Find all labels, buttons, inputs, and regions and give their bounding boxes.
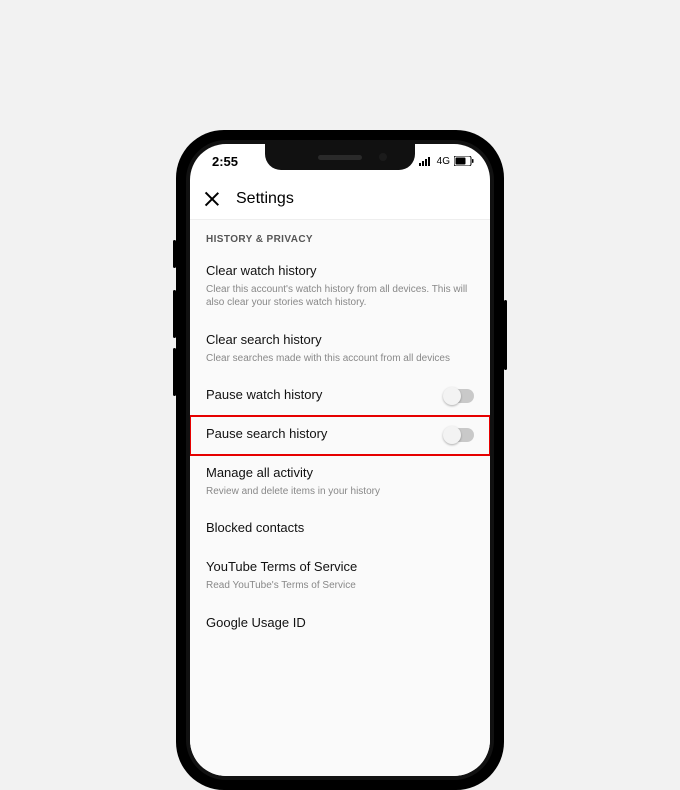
status-right: 4G <box>419 156 474 167</box>
phone-side-button <box>504 300 507 370</box>
phone-side-button <box>173 290 176 338</box>
toggle-pause-watch[interactable] <box>444 389 474 403</box>
row-clear-watch-history[interactable]: Clear watch history Clear this account's… <box>190 253 490 322</box>
phone-frame: 2:55 4G Settings HISTORY & PRIVACY <box>176 130 504 790</box>
page-title: Settings <box>236 190 294 208</box>
row-subtitle: Clear searches made with this account fr… <box>206 352 474 366</box>
phone-screen: 2:55 4G Settings HISTORY & PRIVACY <box>190 144 490 776</box>
row-terms-of-service[interactable]: YouTube Terms of Service Read YouTube's … <box>190 549 490 604</box>
row-title: Pause watch history <box>206 387 434 404</box>
nav-bar: Settings <box>190 178 490 220</box>
row-title: Google Usage ID <box>206 615 474 632</box>
row-manage-activity[interactable]: Manage all activity Review and delete it… <box>190 455 490 510</box>
row-subtitle: Read YouTube's Terms of Service <box>206 579 474 593</box>
row-title: YouTube Terms of Service <box>206 559 474 576</box>
speaker-grille <box>318 155 362 160</box>
signal-icon <box>419 156 433 166</box>
row-subtitle: Review and delete items in your history <box>206 485 474 499</box>
row-blocked-contacts[interactable]: Blocked contacts <box>190 510 490 549</box>
settings-content: HISTORY & PRIVACY Clear watch history Cl… <box>190 220 490 776</box>
battery-icon <box>454 156 474 166</box>
section-header: HISTORY & PRIVACY <box>190 220 490 253</box>
row-title: Clear watch history <box>206 263 474 280</box>
row-google-usage-id[interactable]: Google Usage ID <box>190 605 490 644</box>
phone-bezel: 2:55 4G Settings HISTORY & PRIVACY <box>186 140 494 780</box>
row-pause-watch-history[interactable]: Pause watch history <box>190 377 490 416</box>
row-title: Pause search history <box>206 426 434 443</box>
front-camera <box>379 153 387 161</box>
phone-side-button <box>173 348 176 396</box>
status-time: 2:55 <box>212 154 238 169</box>
toggle-pause-search[interactable] <box>444 428 474 442</box>
row-pause-search-history[interactable]: Pause search history <box>190 416 490 455</box>
row-title: Clear search history <box>206 332 474 349</box>
row-clear-search-history[interactable]: Clear search history Clear searches made… <box>190 322 490 377</box>
network-label: 4G <box>437 156 450 167</box>
row-title: Blocked contacts <box>206 520 474 537</box>
row-title: Manage all activity <box>206 465 474 482</box>
phone-notch <box>265 144 415 170</box>
row-subtitle: Clear this account's watch history from … <box>206 283 474 310</box>
close-icon[interactable] <box>204 191 220 207</box>
phone-side-button <box>173 240 176 268</box>
